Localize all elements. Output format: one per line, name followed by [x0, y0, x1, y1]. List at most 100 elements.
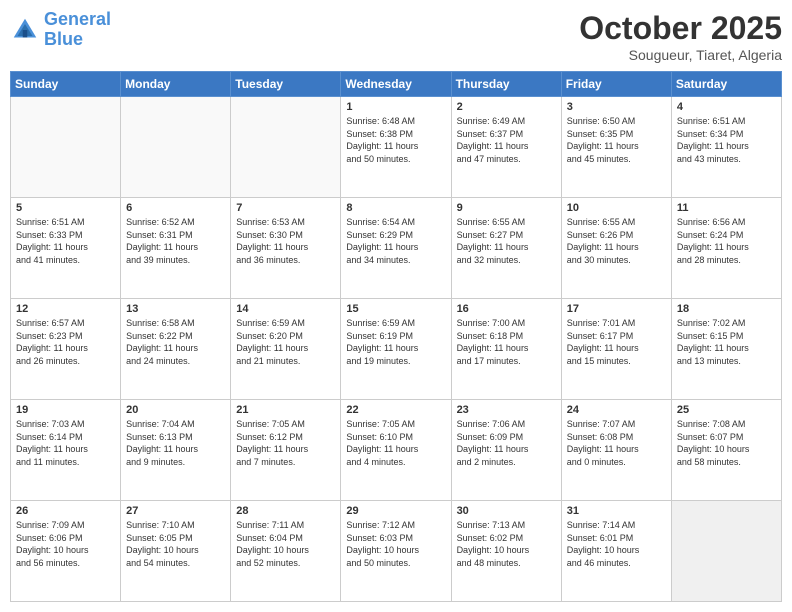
table-row: 30Sunrise: 7:13 AM Sunset: 6:02 PM Dayli…: [451, 501, 561, 602]
table-row: [231, 97, 341, 198]
day-info: Sunrise: 7:06 AM Sunset: 6:09 PM Dayligh…: [457, 418, 556, 468]
day-number: 4: [677, 101, 776, 113]
table-row: 2 Sunrise: 6:49 AM Sunset: 6:37 PM Daylig…: [451, 97, 561, 198]
day-info: Sunrise: 7:01 AM Sunset: 6:17 PM Dayligh…: [567, 317, 666, 367]
day-number: 12: [16, 303, 115, 315]
logo-blue: Blue: [44, 29, 83, 49]
header-saturday: Saturday: [671, 72, 781, 97]
table-row: [671, 501, 781, 602]
table-row: 29Sunrise: 7:12 AM Sunset: 6:03 PM Dayli…: [341, 501, 451, 602]
day-number: 13: [126, 303, 225, 315]
day-info: Sunrise: 7:09 AM Sunset: 6:06 PM Dayligh…: [16, 519, 115, 569]
day-info: Sunrise: 6:55 AM Sunset: 6:27 PM Dayligh…: [457, 216, 556, 266]
day-number: 23: [457, 404, 556, 416]
page: General Blue October 2025 Sougueur, Tiar…: [0, 0, 792, 612]
table-row: 21Sunrise: 7:05 AM Sunset: 6:12 PM Dayli…: [231, 400, 341, 501]
day-number: 2: [457, 101, 556, 113]
table-row: 19Sunrise: 7:03 AM Sunset: 6:14 PM Dayli…: [11, 400, 121, 501]
day-info: Sunrise: 6:58 AM Sunset: 6:22 PM Dayligh…: [126, 317, 225, 367]
day-number: 16: [457, 303, 556, 315]
day-number: 9: [457, 202, 556, 214]
table-row: 10 Sunrise: 6:55 AM Sunset: 6:26 PM Dayli…: [561, 198, 671, 299]
day-number: 30: [457, 505, 556, 517]
table-row: 24Sunrise: 7:07 AM Sunset: 6:08 PM Dayli…: [561, 400, 671, 501]
day-info: Sunrise: 6:50 AM Sunset: 6:35 PM Dayligh…: [567, 115, 666, 165]
calendar-week-row: 5Sunrise: 6:51 AM Sunset: 6:33 PM Daylig…: [11, 198, 782, 299]
header-friday: Friday: [561, 72, 671, 97]
table-row: 5Sunrise: 6:51 AM Sunset: 6:33 PM Daylig…: [11, 198, 121, 299]
day-info: Sunrise: 7:11 AM Sunset: 6:04 PM Dayligh…: [236, 519, 335, 569]
day-info: Sunrise: 7:03 AM Sunset: 6:14 PM Dayligh…: [16, 418, 115, 468]
calendar-title: October 2025: [579, 10, 782, 47]
table-row: 18 Sunrise: 7:02 AM Sunset: 6:15 PM Dayli…: [671, 299, 781, 400]
day-number: 18: [677, 303, 776, 315]
day-info: Sunrise: 7:04 AM Sunset: 6:13 PM Dayligh…: [126, 418, 225, 468]
calendar-table: Sunday Monday Tuesday Wednesday Thursday…: [10, 71, 782, 602]
day-info: Sunrise: 7:02 AM Sunset: 6:15 PM Dayligh…: [677, 317, 776, 367]
calendar-week-row: 12 Sunrise: 6:57 AM Sunset: 6:23 PM Dayli…: [11, 299, 782, 400]
title-block: October 2025 Sougueur, Tiaret, Algeria: [579, 10, 782, 63]
table-row: 15 Sunrise: 6:59 AM Sunset: 6:19 PM Dayli…: [341, 299, 451, 400]
day-number: 14: [236, 303, 335, 315]
day-number: 11: [677, 202, 776, 214]
table-row: 20Sunrise: 7:04 AM Sunset: 6:13 PM Dayli…: [121, 400, 231, 501]
day-info: Sunrise: 7:00 AM Sunset: 6:18 PM Dayligh…: [457, 317, 556, 367]
logo-text: General Blue: [44, 10, 111, 50]
day-info: Sunrise: 6:51 AM Sunset: 6:34 PM Dayligh…: [677, 115, 776, 165]
table-row: 22Sunrise: 7:05 AM Sunset: 6:10 PM Dayli…: [341, 400, 451, 501]
table-row: 3 Sunrise: 6:50 AM Sunset: 6:35 PM Daylig…: [561, 97, 671, 198]
table-row: 1 Sunrise: 6:48 AM Sunset: 6:38 PM Daylig…: [341, 97, 451, 198]
table-row: 13 Sunrise: 6:58 AM Sunset: 6:22 PM Dayli…: [121, 299, 231, 400]
day-info: Sunrise: 6:49 AM Sunset: 6:37 PM Dayligh…: [457, 115, 556, 165]
day-number: 5: [16, 202, 115, 214]
day-info: Sunrise: 6:48 AM Sunset: 6:38 PM Dayligh…: [346, 115, 445, 165]
day-number: 31: [567, 505, 666, 517]
header-wednesday: Wednesday: [341, 72, 451, 97]
header-tuesday: Tuesday: [231, 72, 341, 97]
table-row: 31 Sunrise: 7:14 AM Sunset: 6:01 PM Dayli…: [561, 501, 671, 602]
day-number: 26: [16, 505, 115, 517]
logo: General Blue: [10, 10, 111, 50]
weekday-header-row: Sunday Monday Tuesday Wednesday Thursday…: [11, 72, 782, 97]
table-row: 25Sunrise: 7:08 AM Sunset: 6:07 PM Dayli…: [671, 400, 781, 501]
table-row: [121, 97, 231, 198]
day-number: 17: [567, 303, 666, 315]
table-row: 27 Sunrise: 7:10 AM Sunset: 6:05 PM Dayli…: [121, 501, 231, 602]
header: General Blue October 2025 Sougueur, Tiar…: [10, 10, 782, 63]
day-number: 1: [346, 101, 445, 113]
day-info: Sunrise: 6:59 AM Sunset: 6:19 PM Dayligh…: [346, 317, 445, 367]
day-info: Sunrise: 6:56 AM Sunset: 6:24 PM Dayligh…: [677, 216, 776, 266]
table-row: [11, 97, 121, 198]
day-info: Sunrise: 7:05 AM Sunset: 6:10 PM Dayligh…: [346, 418, 445, 468]
day-number: 10: [567, 202, 666, 214]
table-row: 23 Sunrise: 7:06 AM Sunset: 6:09 PM Dayli…: [451, 400, 561, 501]
day-number: 27: [126, 505, 225, 517]
calendar-week-row: 26 Sunrise: 7:09 AM Sunset: 6:06 PM Dayli…: [11, 501, 782, 602]
day-number: 3: [567, 101, 666, 113]
day-number: 29: [346, 505, 445, 517]
day-info: Sunrise: 6:57 AM Sunset: 6:23 PM Dayligh…: [16, 317, 115, 367]
table-row: 28Sunrise: 7:11 AM Sunset: 6:04 PM Dayli…: [231, 501, 341, 602]
header-sunday: Sunday: [11, 72, 121, 97]
calendar-week-row: 1 Sunrise: 6:48 AM Sunset: 6:38 PM Daylig…: [11, 97, 782, 198]
header-thursday: Thursday: [451, 72, 561, 97]
day-info: Sunrise: 7:10 AM Sunset: 6:05 PM Dayligh…: [126, 519, 225, 569]
table-row: 17 Sunrise: 7:01 AM Sunset: 6:17 PM Dayli…: [561, 299, 671, 400]
day-number: 15: [346, 303, 445, 315]
day-number: 21: [236, 404, 335, 416]
day-number: 7: [236, 202, 335, 214]
day-info: Sunrise: 6:52 AM Sunset: 6:31 PM Dayligh…: [126, 216, 225, 266]
header-monday: Monday: [121, 72, 231, 97]
table-row: 8Sunrise: 6:54 AM Sunset: 6:29 PM Daylig…: [341, 198, 451, 299]
day-info: Sunrise: 6:55 AM Sunset: 6:26 PM Dayligh…: [567, 216, 666, 266]
day-info: Sunrise: 7:07 AM Sunset: 6:08 PM Dayligh…: [567, 418, 666, 468]
table-row: 12 Sunrise: 6:57 AM Sunset: 6:23 PM Dayli…: [11, 299, 121, 400]
day-info: Sunrise: 6:53 AM Sunset: 6:30 PM Dayligh…: [236, 216, 335, 266]
table-row: 26 Sunrise: 7:09 AM Sunset: 6:06 PM Dayli…: [11, 501, 121, 602]
table-row: 6 Sunrise: 6:52 AM Sunset: 6:31 PM Daylig…: [121, 198, 231, 299]
day-info: Sunrise: 7:08 AM Sunset: 6:07 PM Dayligh…: [677, 418, 776, 468]
table-row: 4 Sunrise: 6:51 AM Sunset: 6:34 PM Daylig…: [671, 97, 781, 198]
table-row: 11 Sunrise: 6:56 AM Sunset: 6:24 PM Dayli…: [671, 198, 781, 299]
day-number: 6: [126, 202, 225, 214]
day-info: Sunrise: 7:14 AM Sunset: 6:01 PM Dayligh…: [567, 519, 666, 569]
